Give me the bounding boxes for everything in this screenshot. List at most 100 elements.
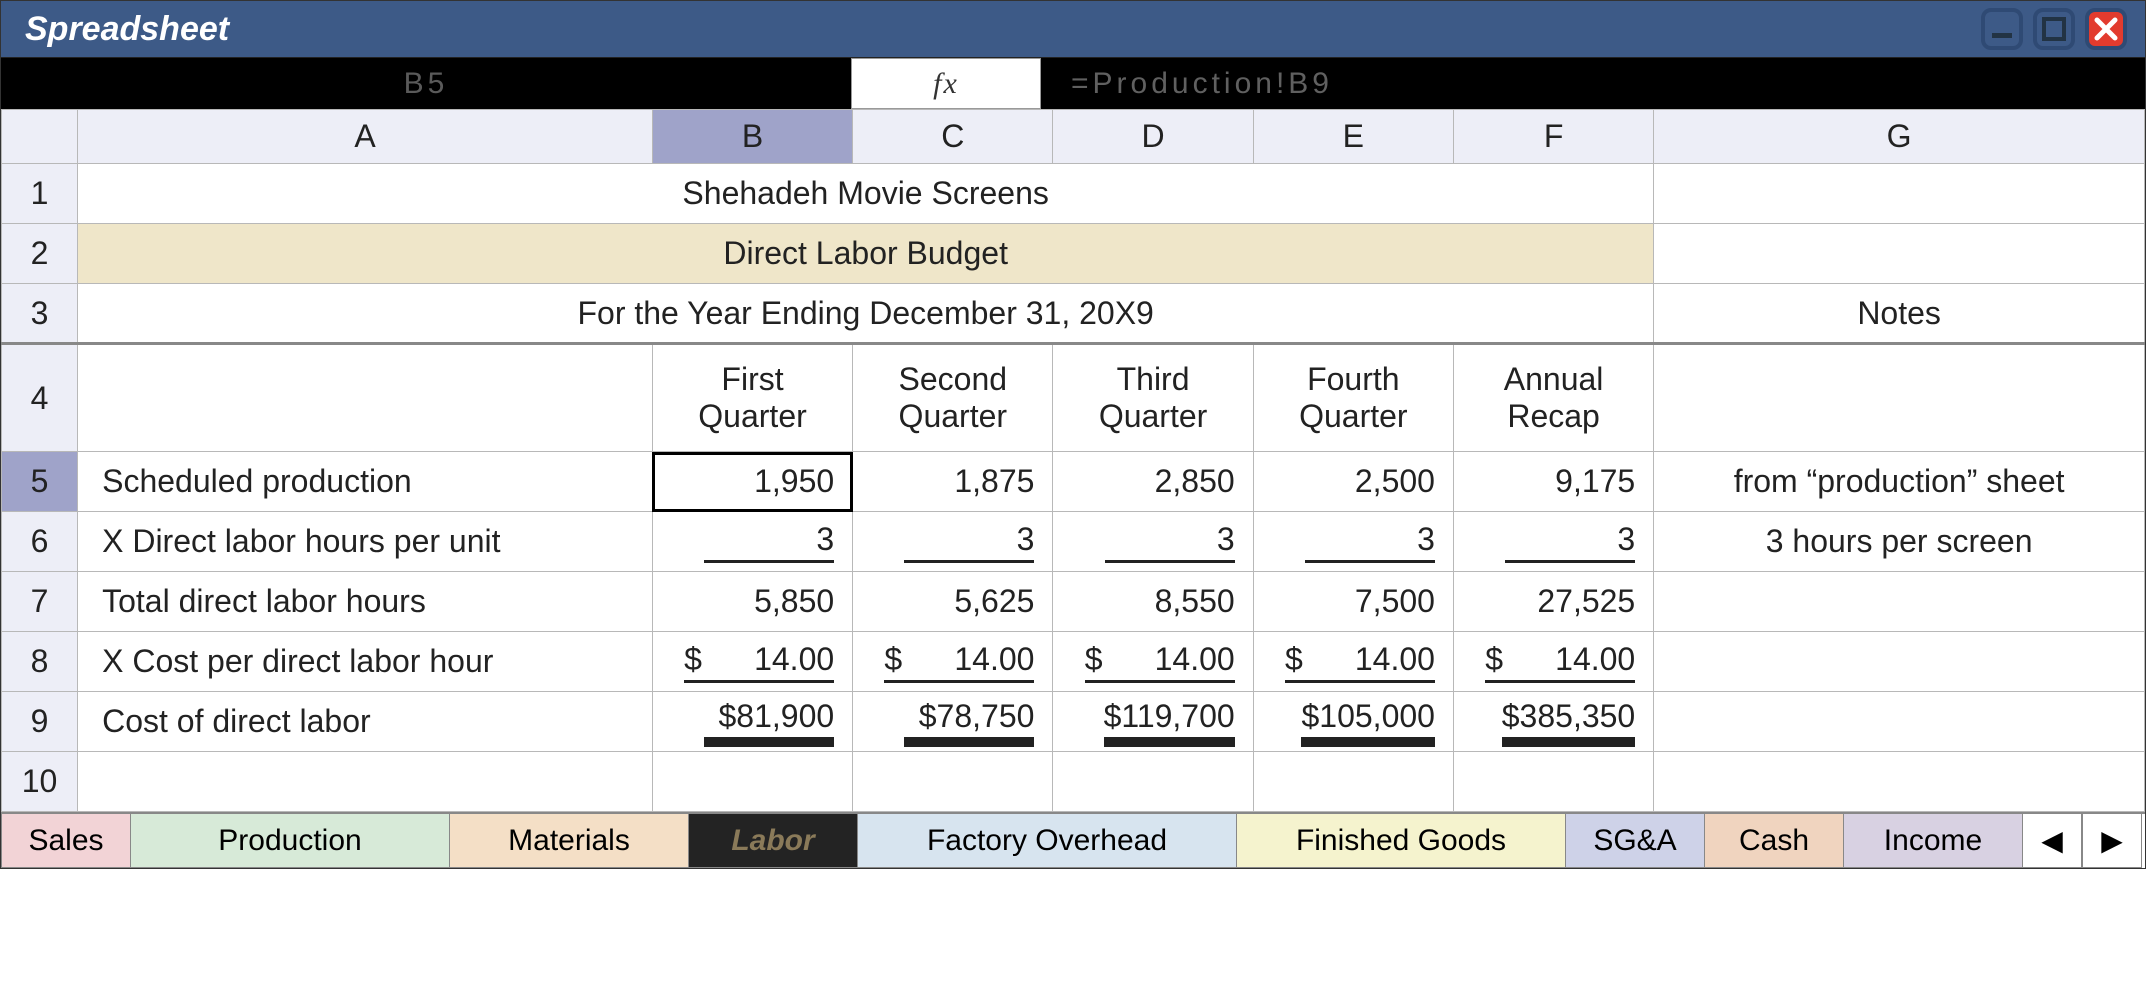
cell-B5[interactable]: 1,950: [652, 452, 852, 512]
cell-G2[interactable]: [1654, 224, 2145, 284]
cell-A6[interactable]: X Direct labor hours per unit: [78, 512, 653, 572]
cell-A4[interactable]: [78, 344, 653, 452]
tab-production[interactable]: Production: [130, 814, 450, 868]
cell-F5[interactable]: 9,175: [1453, 452, 1653, 512]
fx-button[interactable]: fx: [851, 58, 1041, 109]
cell-E4[interactable]: Fourth Quarter: [1253, 344, 1453, 452]
cell-G9[interactable]: [1654, 692, 2145, 752]
cell-E6[interactable]: 3: [1253, 512, 1453, 572]
row-9: 9 Cost of direct labor $81,900 $78,750 $…: [2, 692, 2145, 752]
cell-E7[interactable]: 7,500: [1253, 572, 1453, 632]
spreadsheet-grid[interactable]: A B C D E F G 1 Shehadeh Movie Screens 2…: [1, 109, 2145, 812]
cell-D7[interactable]: 8,550: [1053, 572, 1253, 632]
triangle-right-icon: ▶: [2101, 824, 2123, 857]
col-header-B[interactable]: B: [652, 110, 852, 164]
cell-F8[interactable]: $14.00: [1453, 632, 1653, 692]
cell-notes-label[interactable]: Notes: [1654, 284, 2145, 344]
col-header-C[interactable]: C: [853, 110, 1053, 164]
row-3: 3 For the Year Ending December 31, 20X9 …: [2, 284, 2145, 344]
cell-title[interactable]: Shehadeh Movie Screens: [78, 164, 1654, 224]
row-header-1[interactable]: 1: [2, 164, 78, 224]
cell-G10[interactable]: [1654, 752, 2145, 812]
cell-B7[interactable]: 5,850: [652, 572, 852, 632]
minimize-button[interactable]: [1981, 8, 2023, 50]
tab-sga[interactable]: SG&A: [1565, 814, 1705, 868]
row-header-4[interactable]: 4: [2, 344, 78, 452]
row-header-2[interactable]: 2: [2, 224, 78, 284]
row-header-6[interactable]: 6: [2, 512, 78, 572]
cell-A9[interactable]: Cost of direct labor: [78, 692, 653, 752]
tab-materials[interactable]: Materials: [449, 814, 689, 868]
tab-income[interactable]: Income: [1843, 814, 2023, 868]
row-6: 6 X Direct labor hours per unit 3 3 3 3 …: [2, 512, 2145, 572]
cell-B4[interactable]: First Quarter: [652, 344, 852, 452]
cell-C10[interactable]: [853, 752, 1053, 812]
tab-sales[interactable]: Sales: [1, 814, 131, 868]
row-header-3[interactable]: 3: [2, 284, 78, 344]
cell-G7[interactable]: [1654, 572, 2145, 632]
cell-A7[interactable]: Total direct labor hours: [78, 572, 653, 632]
cell-C8[interactable]: $14.00: [853, 632, 1053, 692]
cell-G5[interactable]: from “production” sheet: [1654, 452, 2145, 512]
col-header-E[interactable]: E: [1253, 110, 1453, 164]
cell-C6[interactable]: 3: [853, 512, 1053, 572]
cell-A10[interactable]: [78, 752, 653, 812]
cell-G1[interactable]: [1654, 164, 2145, 224]
cell-G8[interactable]: [1654, 632, 2145, 692]
fx-label: fx: [933, 67, 959, 101]
tab-cash[interactable]: Cash: [1704, 814, 1844, 868]
cell-D10[interactable]: [1053, 752, 1253, 812]
row-header-7[interactable]: 7: [2, 572, 78, 632]
cell-C9[interactable]: $78,750: [853, 692, 1053, 752]
cell-B6[interactable]: 3: [652, 512, 852, 572]
cell-D4[interactable]: Third Quarter: [1053, 344, 1253, 452]
cell-D5[interactable]: 2,850: [1053, 452, 1253, 512]
select-all-corner[interactable]: [2, 110, 78, 164]
cell-D9[interactable]: $119,700: [1053, 692, 1253, 752]
close-button[interactable]: [2085, 8, 2127, 50]
cell-period[interactable]: For the Year Ending December 31, 20X9: [78, 284, 1654, 344]
cell-F10[interactable]: [1453, 752, 1653, 812]
cell-E5[interactable]: 2,500: [1253, 452, 1453, 512]
cell-D8[interactable]: $14.00: [1053, 632, 1253, 692]
col-header-G[interactable]: G: [1654, 110, 2145, 164]
cell-B9[interactable]: $81,900: [652, 692, 852, 752]
cell-A8[interactable]: X Cost per direct labor hour: [78, 632, 653, 692]
tab-scroll-right[interactable]: ▶: [2082, 814, 2142, 868]
tab-labor[interactable]: Labor: [688, 814, 858, 868]
column-header-row: A B C D E F G: [2, 110, 2145, 164]
row-header-10[interactable]: 10: [2, 752, 78, 812]
cell-D6[interactable]: 3: [1053, 512, 1253, 572]
name-box[interactable]: B5: [1, 58, 851, 109]
cell-C7[interactable]: 5,625: [853, 572, 1053, 632]
formula-text: =Production!B9: [1071, 67, 1333, 101]
col-header-D[interactable]: D: [1053, 110, 1253, 164]
cell-G6[interactable]: 3 hours per screen: [1654, 512, 2145, 572]
cell-subtitle[interactable]: Direct Labor Budget: [78, 224, 1654, 284]
tab-factory-overhead[interactable]: Factory Overhead: [857, 814, 1237, 868]
row-header-5[interactable]: 5: [2, 452, 78, 512]
cell-C5[interactable]: 1,875: [853, 452, 1053, 512]
cell-G4[interactable]: [1654, 344, 2145, 452]
cell-C4[interactable]: Second Quarter: [853, 344, 1053, 452]
cell-A5[interactable]: Scheduled production: [78, 452, 653, 512]
cell-E9[interactable]: $105,000: [1253, 692, 1453, 752]
row-header-8[interactable]: 8: [2, 632, 78, 692]
cell-F7[interactable]: 27,525: [1453, 572, 1653, 632]
cell-F6[interactable]: 3: [1453, 512, 1653, 572]
cell-E10[interactable]: [1253, 752, 1453, 812]
col-header-A[interactable]: A: [78, 110, 653, 164]
row-header-9[interactable]: 9: [2, 692, 78, 752]
cell-F9[interactable]: $385,350: [1453, 692, 1653, 752]
row-10: 10: [2, 752, 2145, 812]
tab-finished-goods[interactable]: Finished Goods: [1236, 814, 1566, 868]
cell-B8[interactable]: $14.00: [652, 632, 852, 692]
cell-E8[interactable]: $14.00: [1253, 632, 1453, 692]
cell-F4[interactable]: Annual Recap: [1453, 344, 1653, 452]
col-header-F[interactable]: F: [1453, 110, 1653, 164]
window-title: Spreadsheet: [25, 10, 229, 49]
cell-B10[interactable]: [652, 752, 852, 812]
maximize-button[interactable]: [2033, 8, 2075, 50]
formula-input[interactable]: =Production!B9: [1041, 58, 2145, 109]
tab-scroll-left[interactable]: ◀: [2022, 814, 2082, 868]
